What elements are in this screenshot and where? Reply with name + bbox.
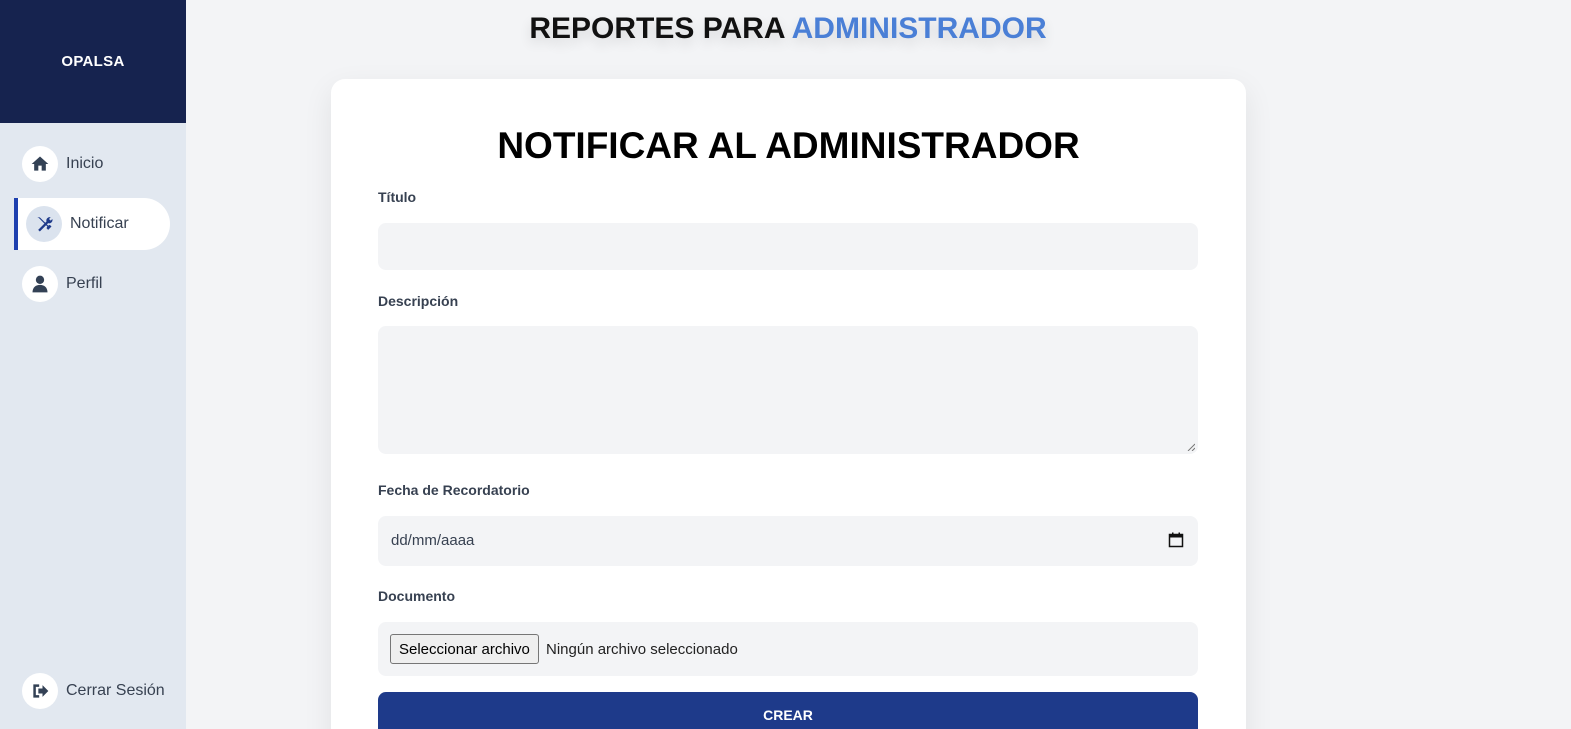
- descripcion-textarea[interactable]: [378, 326, 1198, 454]
- page-title-accent: ADMINISTRADOR: [791, 12, 1047, 45]
- logout-button[interactable]: Cerrar Sesión: [0, 665, 186, 717]
- titulo-label: Título: [378, 189, 417, 205]
- select-file-button[interactable]: Seleccionar archivo: [390, 634, 539, 664]
- form-title: NOTIFICAR AL ADMINISTRADOR: [497, 125, 1080, 166]
- descripcion-label: Descripción: [378, 293, 459, 309]
- fecha-label: Fecha de Recordatorio: [378, 482, 530, 498]
- logout-section: Cerrar Sesión: [0, 665, 186, 725]
- sidebar-item-label: Notificar: [70, 215, 129, 232]
- fecha-input[interactable]: dd/mm/aaaa: [378, 516, 1198, 566]
- file-status: Ningún archivo seleccionado: [546, 641, 738, 658]
- sidebar-nav: Inicio Notificar Perfil: [0, 138, 186, 318]
- fecha-placeholder: dd/mm/aaaa: [391, 532, 475, 549]
- documento-label: Documento: [378, 588, 455, 604]
- calendar-icon[interactable]: [1168, 532, 1184, 548]
- logout-icon: [22, 673, 58, 709]
- sidebar-item-notificar[interactable]: Notificar: [14, 198, 170, 250]
- home-icon: [22, 146, 58, 182]
- logout-label: Cerrar Sesión: [66, 682, 165, 699]
- documento-file-input: Seleccionar archivo Ningún archivo selec…: [378, 622, 1198, 676]
- titulo-input[interactable]: [378, 223, 1198, 270]
- page-title: REPORTES PARA ADMINISTRADOR: [186, 12, 1390, 46]
- sidebar-item-label: Inicio: [66, 155, 104, 172]
- tools-icon: [26, 206, 62, 242]
- sidebar-item-perfil[interactable]: Perfil: [0, 258, 186, 310]
- page-title-prefix: REPORTES PARA: [529, 12, 792, 45]
- sidebar-item-label: Perfil: [66, 275, 103, 292]
- crear-button[interactable]: CREAR: [378, 692, 1198, 729]
- brand-logo: OPALSA: [0, 0, 186, 123]
- resize-grip-icon[interactable]: [1187, 443, 1195, 451]
- sidebar: OPALSA Inicio Notificar Perfil Cerrar Se…: [0, 0, 186, 729]
- user-icon: [22, 266, 58, 302]
- sidebar-item-inicio[interactable]: Inicio: [0, 138, 186, 190]
- notification-form-card: NOTIFICAR AL ADMINISTRADOR Título Descri…: [331, 79, 1246, 729]
